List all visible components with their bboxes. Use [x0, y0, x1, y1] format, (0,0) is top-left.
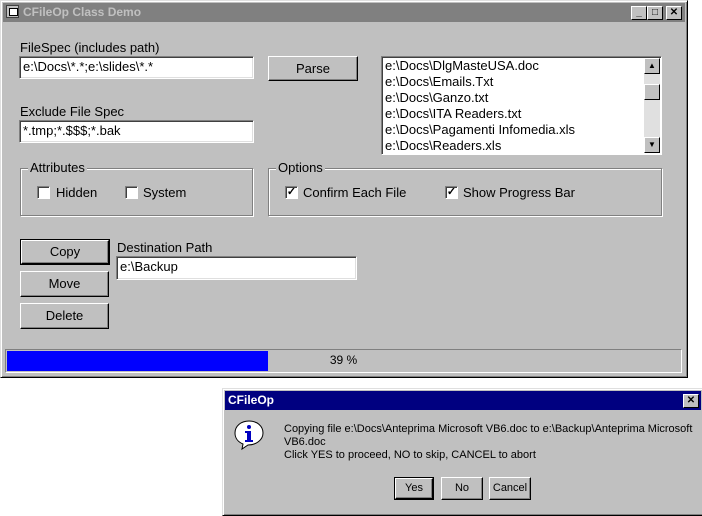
parse-button[interactable]: Parse	[268, 56, 358, 81]
close-button[interactable]: ✕	[666, 6, 682, 20]
chevron-down-icon: ▼	[648, 140, 656, 149]
minimize-button[interactable]: _	[631, 6, 647, 20]
list-item[interactable]: e:\Docs\Emails.Txt	[382, 74, 661, 90]
scroll-up-button[interactable]: ▲	[644, 58, 660, 74]
scroll-down-button[interactable]: ▼	[644, 137, 660, 153]
attributes-group: Attributes Hidden System	[20, 160, 253, 216]
parse-button-label: Parse	[296, 61, 330, 76]
information-icon	[234, 420, 264, 451]
main-window: CFileOp Class Demo _ □ ✕ FileSpec (inclu…	[0, 0, 688, 378]
dialog-title-bar[interactable]: CFileOp ✕	[225, 391, 701, 410]
dialog-message-line3: Click YES to proceed, NO to skip, CANCEL…	[284, 449, 536, 461]
maximize-button[interactable]: □	[647, 6, 663, 20]
progress-bar: 39 %	[5, 349, 682, 373]
main-title-bar[interactable]: CFileOp Class Demo _ □ ✕	[3, 3, 685, 22]
system-checkbox[interactable]	[125, 186, 138, 199]
destination-label: Destination Path	[117, 240, 213, 255]
cancel-button-label: Cancel	[492, 482, 528, 494]
chevron-up-icon: ▲	[648, 61, 656, 70]
progress-checkbox[interactable]: ✓	[445, 186, 458, 199]
app-icon	[6, 5, 19, 18]
confirm-label[interactable]: Confirm Each File	[303, 185, 406, 200]
copy-button[interactable]: Copy	[20, 239, 110, 265]
no-button[interactable]: No	[441, 477, 483, 500]
delete-button[interactable]: Delete	[20, 303, 109, 329]
close-icon: ✕	[669, 7, 679, 18]
hidden-checkbox[interactable]	[37, 186, 50, 199]
move-button-label: Move	[48, 276, 81, 291]
destination-input[interactable]: e:\Backup	[116, 256, 357, 280]
progress-label[interactable]: Show Progress Bar	[463, 185, 575, 200]
delete-button-label: Delete	[45, 308, 84, 323]
list-item[interactable]: e:\Docs\DlgMasteUSA.doc	[382, 58, 661, 74]
options-group-title: Options	[276, 160, 325, 175]
dialog-message: Copying file e:\Docs\Anteprima Microsoft…	[284, 423, 694, 462]
copy-button-label: Copy	[49, 244, 81, 259]
move-button[interactable]: Move	[20, 271, 109, 297]
exclude-input[interactable]: *.tmp;*.$$$;*.bak	[19, 120, 254, 143]
exclude-label: Exclude File Spec	[20, 104, 125, 119]
list-scrollbar[interactable]: ▲ ▼	[644, 58, 660, 153]
hidden-label[interactable]: Hidden	[56, 185, 97, 200]
window-title: CFileOp Class Demo	[23, 5, 142, 19]
cancel-button[interactable]: Cancel	[489, 477, 531, 500]
list-item[interactable]: e:\Docs\Pagamenti Infomedia.xls	[382, 122, 661, 138]
scroll-thumb[interactable]	[644, 84, 660, 100]
filespec-input[interactable]: e:\Docs\*.*;e:\slides\*.*	[19, 56, 254, 79]
dialog-message-line2: VB6.doc	[284, 436, 326, 448]
dialog-message-line1: Copying file e:\Docs\Anteprima Microsoft…	[284, 423, 693, 435]
confirm-checkbox[interactable]: ✓	[285, 186, 298, 199]
confirm-dialog: CFileOp ✕ Copying file e:\Docs\Anteprima…	[222, 388, 702, 516]
attributes-group-title: Attributes	[28, 160, 87, 175]
options-group: Options ✓ Confirm Each File ✓ Show Progr…	[268, 160, 662, 216]
yes-button-label: Yes	[405, 482, 423, 494]
filespec-label: FileSpec (includes path)	[20, 40, 160, 55]
no-button-label: No	[454, 482, 470, 494]
list-item[interactable]: e:\Docs\ITA Readers.txt	[382, 106, 661, 122]
list-item[interactable]: e:\Docs\Readers.xls	[382, 138, 661, 154]
close-icon: ✕	[686, 395, 696, 406]
maximize-icon: □	[651, 7, 659, 18]
file-list-items: e:\Docs\DlgMasteUSA.doc e:\Docs\Emails.T…	[382, 57, 661, 154]
yes-button[interactable]: Yes	[394, 477, 434, 500]
dialog-close-button[interactable]: ✕	[683, 394, 699, 408]
dialog-title: CFileOp	[228, 393, 275, 407]
file-list[interactable]: e:\Docs\DlgMasteUSA.doc e:\Docs\Emails.T…	[381, 56, 662, 155]
list-item[interactable]: e:\Docs\Ganzo.txt	[382, 90, 661, 106]
progress-text: 39 %	[329, 353, 358, 367]
system-label[interactable]: System	[143, 185, 186, 200]
minimize-icon: _	[636, 7, 642, 18]
